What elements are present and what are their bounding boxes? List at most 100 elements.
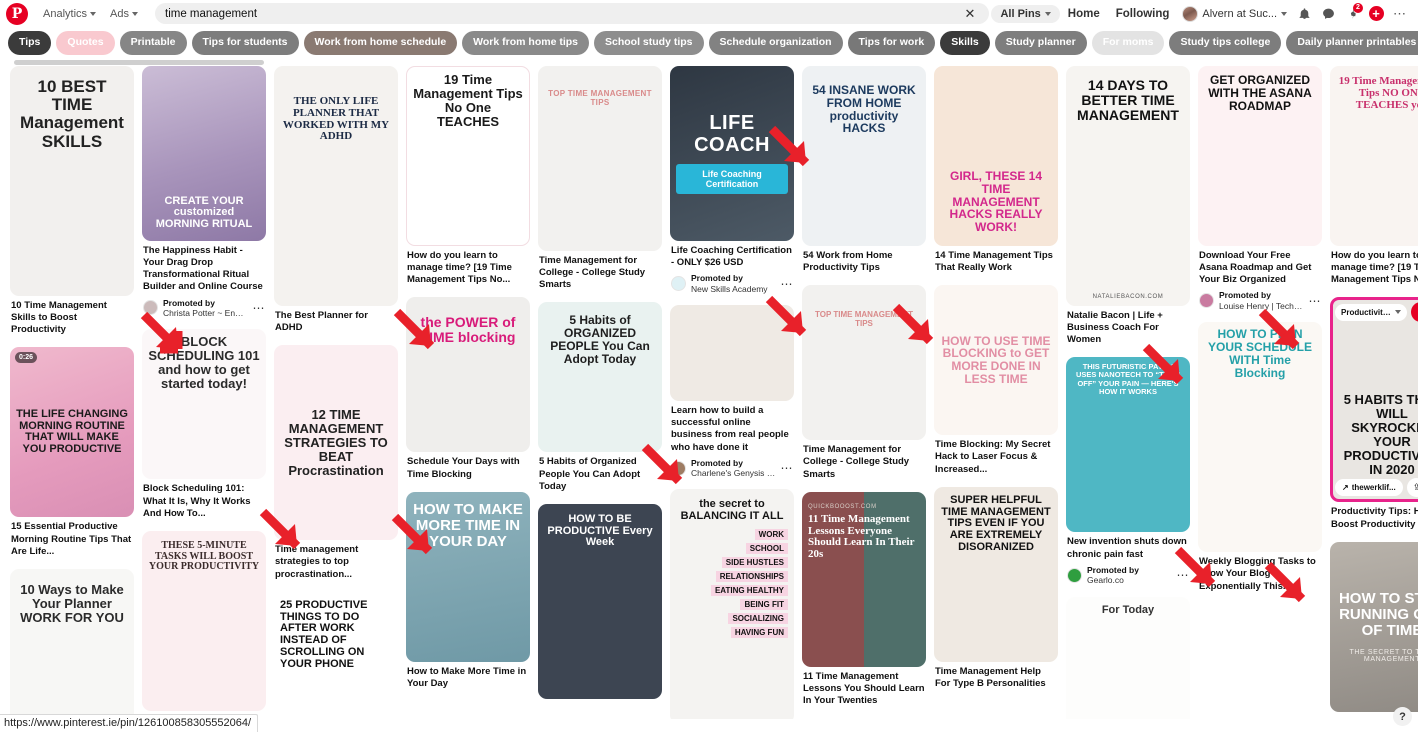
bell-icon[interactable] xyxy=(1292,3,1316,25)
pin-card[interactable]: 19 Time Management Tips No One TEACHES H… xyxy=(406,66,530,286)
pin-image[interactable]: 5 Habits of ORGANIZED PEOPLE You Can Ado… xyxy=(538,302,662,453)
pin-image[interactable]: HOW TO USE TIME BLOCKING to GET MORE DON… xyxy=(934,285,1058,436)
pin-image[interactable]: the POWER of TIME blocking xyxy=(406,297,530,453)
pin-image[interactable]: TOP TIME MANAGEMENT TIPS xyxy=(538,66,662,251)
save-button[interactable]: Save xyxy=(1411,302,1418,323)
filter-chip-study-tips-college[interactable]: Study tips college xyxy=(1169,31,1282,55)
pin-image[interactable]: 19 Time Managements Tips NO ONE TEACHES … xyxy=(1330,66,1418,246)
pin-image[interactable]: TOP TIME MANAGEMENT TIPS xyxy=(802,285,926,441)
pin-more-icon[interactable]: ⋯ xyxy=(1177,568,1190,582)
pin-card[interactable]: BLOCK SCHEDULING 101 and how to get star… xyxy=(142,329,266,519)
pinterest-logo-icon[interactable]: P xyxy=(6,2,28,25)
pin-card[interactable]: GET ORGANIZED WITH THE ASANA ROADMAP Dow… xyxy=(1198,66,1322,311)
horizontal-scroll-thumb[interactable] xyxy=(14,60,264,65)
promoted-row[interactable]: Promoted by Gearlo.co ⋯ xyxy=(1066,565,1190,586)
pin-image[interactable]: 14 DAYS TO BETTER TIME MANAGEMENT NATALI… xyxy=(1066,66,1190,306)
pin-card[interactable]: 14 DAYS TO BETTER TIME MANAGEMENT NATALI… xyxy=(1066,66,1190,346)
pin-image[interactable]: QUICKBOOOST.COM 11 Time Management Lesso… xyxy=(802,491,926,667)
pin-image[interactable]: 54 INSANE WORK FROM HOME productivity HA… xyxy=(802,66,926,246)
pin-card-hovered[interactable]: Productivity & ... Save 5 HABITS THAT WI… xyxy=(1330,297,1418,530)
pin-image[interactable]: the secret to BALANCING IT ALL WORK SCHOO… xyxy=(670,489,794,719)
pin-card[interactable]: the POWER of TIME blocking Schedule Your… xyxy=(406,297,530,480)
pin-image[interactable]: CREATE YOUR customized MORNING RITUAL xyxy=(142,66,266,241)
pin-image[interactable]: 10 Ways to Make Your Planner WORK FOR YO… xyxy=(10,568,134,719)
pin-image[interactable]: 25 PRODUCTIVE THINGS TO DO AFTER WORK IN… xyxy=(274,591,398,719)
pin-source-link[interactable]: ↗ thewerklif... xyxy=(1335,479,1403,497)
pin-card[interactable]: 5 Habits of ORGANIZED PEOPLE You Can Ado… xyxy=(538,302,662,492)
pin-card[interactable]: 10 BEST TIME Management SKILLS 10 Time M… xyxy=(10,66,134,336)
pin-card[interactable]: THESE 5-MINUTE TASKS WILL BOOST YOUR PRO… xyxy=(142,530,266,711)
pin-card[interactable]: the secret to BALANCING IT ALL WORK SCHOO… xyxy=(670,489,794,719)
pin-more-icon[interactable]: ⋯ xyxy=(781,277,794,291)
filter-chip-school-study-tips[interactable]: School study tips xyxy=(594,31,704,55)
search-input[interactable] xyxy=(165,7,961,20)
pin-notification-icon[interactable]: 2 xyxy=(1340,2,1364,25)
pin-image[interactable]: Productivity & ... Save 5 HABITS THAT WI… xyxy=(1330,297,1418,503)
pin-more-icon[interactable]: ⋯ xyxy=(253,301,266,315)
pin-card[interactable]: HOW TO USE TIME BLOCKING to GET MORE DON… xyxy=(934,285,1058,475)
pin-image[interactable]: HOW TO MAKE MORE TIME IN YOUR DAY xyxy=(406,491,530,662)
filter-chip-tips-for-work[interactable]: Tips for work xyxy=(847,31,936,55)
board-selector[interactable]: Productivity & ... xyxy=(1335,303,1408,321)
filter-chip-schedule-organization[interactable]: Schedule organization xyxy=(708,31,843,55)
pin-image[interactable]: THIS FUTURISTIC PATCH USES NANOTECH TO “… xyxy=(1066,357,1190,533)
pin-image[interactable]: BLOCK SCHEDULING 101 and how to get star… xyxy=(142,329,266,480)
pin-card[interactable]: 19 Time Managements Tips NO ONE TEACHES … xyxy=(1330,66,1418,286)
nav-ads-dropdown[interactable]: Ads xyxy=(103,4,145,24)
pin-image[interactable]: 10 BEST TIME Management SKILLS xyxy=(10,66,134,296)
pin-card[interactable]: TOP TIME MANAGEMENT TIPS Time Management… xyxy=(538,66,662,291)
create-pin-button[interactable]: + xyxy=(1364,3,1388,25)
filter-chip-tips-for-students[interactable]: Tips for students xyxy=(191,31,299,55)
pin-more-icon[interactable]: ⋯ xyxy=(1309,294,1322,308)
pin-card[interactable]: GIRL, THESE 14 TIME MANAGEMENT HACKS REA… xyxy=(934,66,1058,274)
pin-card[interactable]: 54 INSANE WORK FROM HOME productivity HA… xyxy=(802,66,926,274)
pin-image[interactable]: HOW TO PLAN YOUR SCHEDULE WITH Time Bloc… xyxy=(1198,322,1322,553)
pin-card[interactable]: For Today xyxy=(1066,596,1190,719)
filter-chip-tips[interactable]: Tips xyxy=(8,31,52,55)
filter-chip-daily-planner-printables-free[interactable]: Daily planner printables free xyxy=(1286,31,1418,55)
pin-image[interactable]: GIRL, THESE 14 TIME MANAGEMENT HACKS REA… xyxy=(934,66,1058,246)
pin-image[interactable]: 12 TIME MANAGEMENT STRATEGIES TO BEAT Pr… xyxy=(274,345,398,541)
pin-card[interactable]: HOW TO MAKE MORE TIME IN YOUR DAY How to… xyxy=(406,491,530,690)
pin-card[interactable]: QUICKBOOOST.COM 11 Time Management Lesso… xyxy=(802,491,926,707)
filter-chip-work-from-home-tips[interactable]: Work from home tips xyxy=(462,31,589,55)
pin-card[interactable]: HOW TO BE PRODUCTIVE Every Week xyxy=(538,503,662,699)
nav-analytics-dropdown[interactable]: Analytics xyxy=(36,4,103,24)
search-bar[interactable]: ✕ xyxy=(155,3,990,24)
pin-image[interactable]: GET ORGANIZED WITH THE ASANA ROADMAP xyxy=(1198,66,1322,246)
pin-image[interactable]: LIFE COACH Life Coaching Certification xyxy=(670,66,794,241)
pin-card[interactable]: SUPER HELPFUL TIME MANAGEMENT TIPS EVEN … xyxy=(934,486,1058,690)
pin-image[interactable]: SUPER HELPFUL TIME MANAGEMENT TIPS EVEN … xyxy=(934,486,1058,662)
pin-image[interactable]: HOW TO BE PRODUCTIVE Every Week xyxy=(538,503,662,699)
promoted-row[interactable]: Promoted by Charlene's Genysis O... ⋯ xyxy=(670,458,794,479)
filter-chip-study-planner[interactable]: Study planner xyxy=(994,31,1087,55)
pin-card[interactable]: THE ONLY LIFE PLANNER THAT WORKED WITH M… xyxy=(274,66,398,334)
pin-card[interactable]: TOP TIME MANAGEMENT TIPS Time Management… xyxy=(802,285,926,480)
promoted-row[interactable]: Promoted by Christa Potter ~ Ener... ⋯ xyxy=(142,298,266,319)
pin-card[interactable]: LIFE COACH Life Coaching Certification L… xyxy=(670,66,794,294)
nav-following-link[interactable]: Following xyxy=(1108,4,1178,24)
promoted-row[interactable]: Promoted by New Skills Academy ⋯ xyxy=(670,273,794,294)
pin-image[interactable]: THESE 5-MINUTE TASKS WILL BOOST YOUR PRO… xyxy=(142,530,266,711)
pin-card[interactable]: CREATE YOUR customized MORNING RITUAL Th… xyxy=(142,66,266,318)
pin-card[interactable]: 25 PRODUCTIVE THINGS TO DO AFTER WORK IN… xyxy=(274,591,398,719)
pin-card[interactable]: 10 Ways to Make Your Planner WORK FOR YO… xyxy=(10,568,134,719)
filter-chip-for-moms[interactable]: For moms xyxy=(1091,31,1165,55)
filter-chip-skills[interactable]: Skills xyxy=(940,31,990,55)
more-options-button[interactable]: ⋯ xyxy=(1388,3,1412,25)
pin-image[interactable]: 0:26 THE LIFE CHANGING MORNING ROUTINE T… xyxy=(10,347,134,518)
filter-chip-quotes[interactable]: Quotes xyxy=(56,31,115,55)
filter-chip-work-from-home-schedule[interactable]: Work from home schedule xyxy=(303,31,458,55)
all-pins-dropdown[interactable]: All Pins xyxy=(991,4,1060,23)
clear-search-icon[interactable]: ✕ xyxy=(961,7,980,20)
pin-card[interactable]: HOW TO STOP RUNNING OUT OF TIME THE SECR… xyxy=(1330,541,1418,712)
account-menu[interactable]: Alvern at Suc... xyxy=(1177,3,1292,25)
chat-icon[interactable] xyxy=(1316,3,1340,25)
pin-image[interactable]: For Today xyxy=(1066,596,1190,719)
pin-card[interactable]: HOW TO PLAN YOUR SCHEDULE WITH Time Bloc… xyxy=(1198,322,1322,592)
pin-image[interactable]: 19 Time Management Tips No One TEACHES xyxy=(406,66,530,246)
pin-card[interactable]: 12 TIME MANAGEMENT STRATEGIES TO BEAT Pr… xyxy=(274,345,398,580)
pin-image[interactable]: THE ONLY LIFE PLANNER THAT WORKED WITH M… xyxy=(274,66,398,306)
pin-card[interactable]: THIS FUTURISTIC PATCH USES NANOTECH TO “… xyxy=(1066,357,1190,585)
pin-card[interactable]: 0:26 THE LIFE CHANGING MORNING ROUTINE T… xyxy=(10,347,134,557)
